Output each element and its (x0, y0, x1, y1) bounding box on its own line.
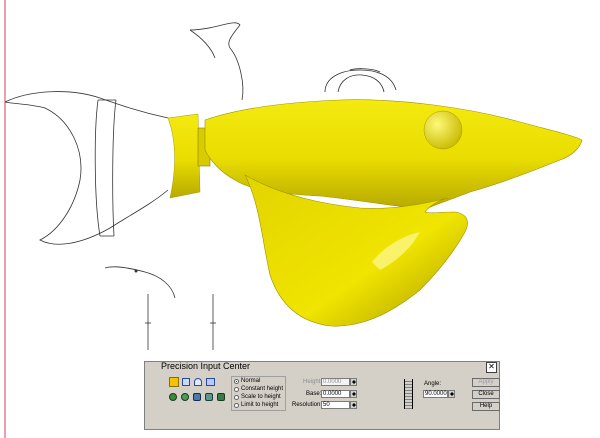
terrain-a-icon[interactable] (169, 393, 177, 401)
base-spinner[interactable] (350, 390, 357, 398)
profile-curve (104, 266, 176, 299)
angle-gauge-icon (404, 379, 413, 409)
shell-tool-icon[interactable] (182, 378, 190, 386)
close-icon[interactable]: ✕ (486, 362, 497, 373)
base-label: Base: (306, 391, 322, 397)
mode-normal-label: Normal (241, 378, 261, 384)
precision-input-dialog: Precision Input Center ✕ Normal Constant… (144, 361, 500, 430)
resolution-label: Resolution: (292, 402, 323, 408)
dialog-title-bar[interactable]: Precision Input Center ✕ (145, 361, 499, 373)
resolution-spinner[interactable] (350, 401, 357, 409)
help-button[interactable]: Help (472, 402, 500, 411)
mode-constant-height-radio[interactable] (234, 387, 239, 392)
terrain-d-icon[interactable] (205, 393, 213, 401)
mode-scale-to-height-label: Scale to height (241, 394, 281, 400)
mode-scale-to-height-radio[interactable] (234, 395, 239, 400)
height-spinner[interactable] (350, 378, 357, 386)
terrain-b-icon[interactable] (181, 393, 189, 401)
tile-tool-icon[interactable] (206, 378, 215, 386)
canopy-outline (324, 68, 397, 93)
height-label: Height: (303, 379, 323, 385)
tail-block (167, 113, 201, 199)
tail-band-outline (94, 99, 117, 237)
height-field[interactable]: 0.0000 (321, 378, 350, 386)
dialog-title: Precision Input Center (161, 361, 251, 371)
close-button[interactable]: Close (472, 390, 500, 399)
angle-spinner[interactable] (448, 390, 455, 398)
base-field[interactable]: 0.0000 (321, 390, 350, 398)
mode-limit-to-height-label: Limit to height (241, 402, 279, 408)
mode-constant-height-label: Constant height (241, 386, 284, 392)
resolution-field[interactable]: 50 (321, 401, 350, 409)
angle-label: Angle: (424, 381, 442, 387)
dorsal-fin-outline (189, 22, 244, 101)
apply-button[interactable]: Apply (472, 378, 500, 387)
shark-eye (423, 110, 463, 150)
extrude-tool-icon[interactable] (169, 377, 179, 387)
angle-field[interactable]: 90.0000 (423, 390, 448, 398)
mode-limit-to-height-radio[interactable] (234, 403, 239, 408)
terrain-c-icon[interactable] (193, 393, 201, 401)
terrain-e-icon[interactable] (217, 393, 225, 401)
arch-tool-icon[interactable] (194, 378, 202, 386)
mode-normal-radio[interactable] (234, 379, 239, 384)
